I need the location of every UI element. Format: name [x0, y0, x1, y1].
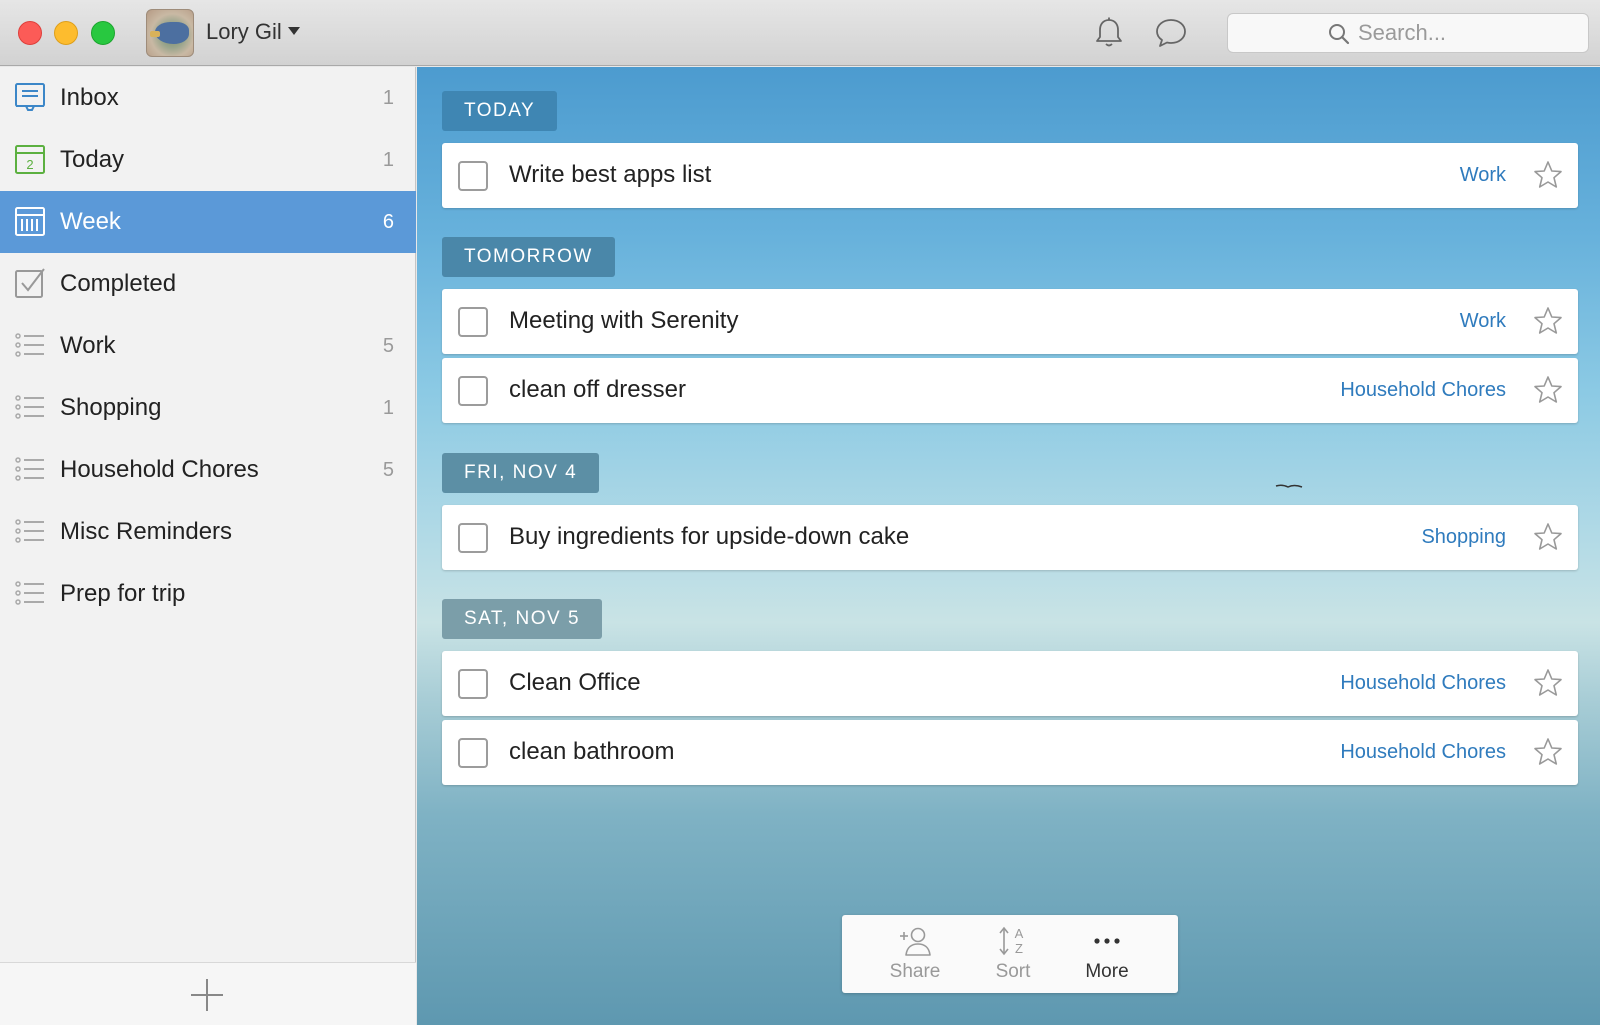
task-list-link[interactable]: Work: [1460, 164, 1506, 187]
task-list-link[interactable]: Shopping: [1421, 526, 1506, 549]
svg-text:A: A: [1015, 926, 1024, 941]
sidebar: Inbox 1 2 Today 1 Week 6 Completed Work …: [0, 67, 416, 1025]
user-name[interactable]: Lory Gil: [206, 19, 282, 45]
search-input[interactable]: [1358, 18, 1568, 48]
avatar[interactable]: [146, 9, 194, 57]
task-checkbox[interactable]: [458, 376, 488, 406]
bell-icon[interactable]: [1093, 16, 1125, 50]
list-icon: [15, 395, 44, 419]
list-toolbar: Share A Z Sort More: [842, 915, 1178, 993]
completed-check-icon: [15, 268, 45, 298]
minimize-window-button[interactable]: [54, 21, 78, 45]
sidebar-item-label: Completed: [60, 270, 177, 297]
sidebar-item-shopping[interactable]: Shopping 1: [0, 377, 416, 439]
sidebar-item-misc-reminders[interactable]: Misc Reminders: [0, 501, 416, 563]
sort-az-icon: A Z: [999, 926, 1024, 956]
task-row[interactable]: clean off dresser Household Chores: [442, 358, 1578, 423]
sidebar-item-count: 6: [382, 210, 394, 233]
sidebar-item-label: Shopping: [60, 394, 162, 421]
title-bar: Lory Gil: [0, 0, 1600, 66]
task-checkbox[interactable]: [458, 738, 488, 768]
section-header-today: TODAY: [442, 91, 558, 131]
share-button[interactable]: Share: [870, 925, 960, 987]
sidebar-item-count: 1: [382, 148, 394, 171]
task-list-link[interactable]: Household Chores: [1340, 379, 1506, 402]
task-title[interactable]: clean off dresser: [509, 376, 686, 404]
user-menu-caret-icon[interactable]: [288, 27, 300, 35]
list-icon: [15, 519, 44, 543]
section-header-tomorrow: TOMORROW: [442, 237, 615, 277]
sidebar-item-completed[interactable]: Completed: [0, 253, 416, 315]
sidebar-item-label: Today: [60, 146, 125, 173]
sidebar-item-count: 1: [382, 86, 394, 109]
list-icon: [15, 333, 44, 357]
task-list-area: TODAY Write best apps list Work TOMORROW…: [417, 67, 1600, 1025]
section-header-fri-nov-4: FRI, NOV 4: [442, 453, 600, 493]
sidebar-item-count: 1: [382, 396, 394, 419]
sidebar-item-label: Inbox: [60, 84, 119, 111]
more-dots-icon: [1094, 938, 1120, 944]
task-row[interactable]: Write best apps list Work: [442, 143, 1578, 208]
task-row[interactable]: clean bathroom Household Chores: [442, 720, 1578, 785]
svg-text:2: 2: [26, 157, 33, 172]
star-icon[interactable]: [1532, 736, 1564, 768]
section-header-sat-nov-5: SAT, NOV 5: [442, 599, 603, 639]
star-icon[interactable]: [1532, 159, 1564, 191]
inbox-icon: [15, 83, 45, 111]
star-icon[interactable]: [1532, 521, 1564, 553]
sidebar-footer: [0, 962, 416, 1025]
task-checkbox[interactable]: [458, 161, 488, 191]
more-label: More: [1085, 961, 1129, 982]
star-icon[interactable]: [1532, 305, 1564, 337]
plus-icon[interactable]: [189, 977, 225, 1013]
sidebar-item-label: Prep for trip: [60, 580, 186, 607]
sidebar-item-label: Misc Reminders: [60, 518, 233, 545]
task-title[interactable]: Write best apps list: [509, 161, 711, 189]
sidebar-item-week[interactable]: Week 6: [0, 191, 416, 253]
share-label: Share: [889, 961, 941, 982]
more-button[interactable]: More: [1062, 925, 1152, 987]
task-row[interactable]: Buy ingredients for upside-down cake Sho…: [442, 505, 1578, 570]
share-person-icon: [900, 927, 931, 956]
search-field[interactable]: [1227, 13, 1589, 53]
sidebar-item-label: Household Chores: [60, 456, 259, 483]
list-icon: [15, 581, 44, 605]
close-window-button[interactable]: [18, 21, 42, 45]
week-calendar-icon: [15, 207, 45, 236]
task-list-link[interactable]: Work: [1460, 310, 1506, 333]
task-list-link[interactable]: Household Chores: [1340, 741, 1506, 764]
sort-label: Sort: [995, 961, 1031, 982]
sidebar-item-label: Week: [60, 208, 121, 235]
sidebar-item-count: 5: [382, 334, 394, 357]
task-checkbox[interactable]: [458, 307, 488, 337]
today-calendar-icon: 2: [15, 145, 45, 174]
sidebar-item-prep-for-trip[interactable]: Prep for trip: [0, 563, 416, 625]
star-icon[interactable]: [1532, 667, 1564, 699]
sidebar-item-count: 5: [382, 458, 394, 481]
star-icon[interactable]: [1532, 374, 1564, 406]
svg-text:Z: Z: [1015, 941, 1023, 956]
sidebar-item-work[interactable]: Work 5: [0, 315, 416, 377]
task-row[interactable]: Meeting with Serenity Work: [442, 289, 1578, 354]
task-checkbox[interactable]: [458, 669, 488, 699]
task-title[interactable]: clean bathroom: [509, 738, 674, 766]
task-checkbox[interactable]: [458, 523, 488, 553]
search-icon: [1329, 24, 1350, 45]
sidebar-item-today[interactable]: 2 Today 1: [0, 129, 416, 191]
sidebar-item-household-chores[interactable]: Household Chores 5: [0, 439, 416, 501]
task-title[interactable]: Buy ingredients for upside-down cake: [509, 523, 909, 551]
task-title[interactable]: Meeting with Serenity: [509, 307, 738, 335]
sidebar-item-label: Work: [60, 332, 116, 359]
conversations-icon[interactable]: [1154, 16, 1188, 50]
task-row[interactable]: Clean Office Household Chores: [442, 651, 1578, 716]
sort-button[interactable]: A Z Sort: [968, 925, 1058, 987]
seabird-decoration: [1275, 484, 1303, 488]
sidebar-item-inbox[interactable]: Inbox 1: [0, 67, 416, 129]
task-title[interactable]: Clean Office: [509, 669, 641, 697]
zoom-window-button[interactable]: [91, 21, 115, 45]
list-icon: [15, 457, 44, 481]
task-list-link[interactable]: Household Chores: [1340, 672, 1506, 695]
